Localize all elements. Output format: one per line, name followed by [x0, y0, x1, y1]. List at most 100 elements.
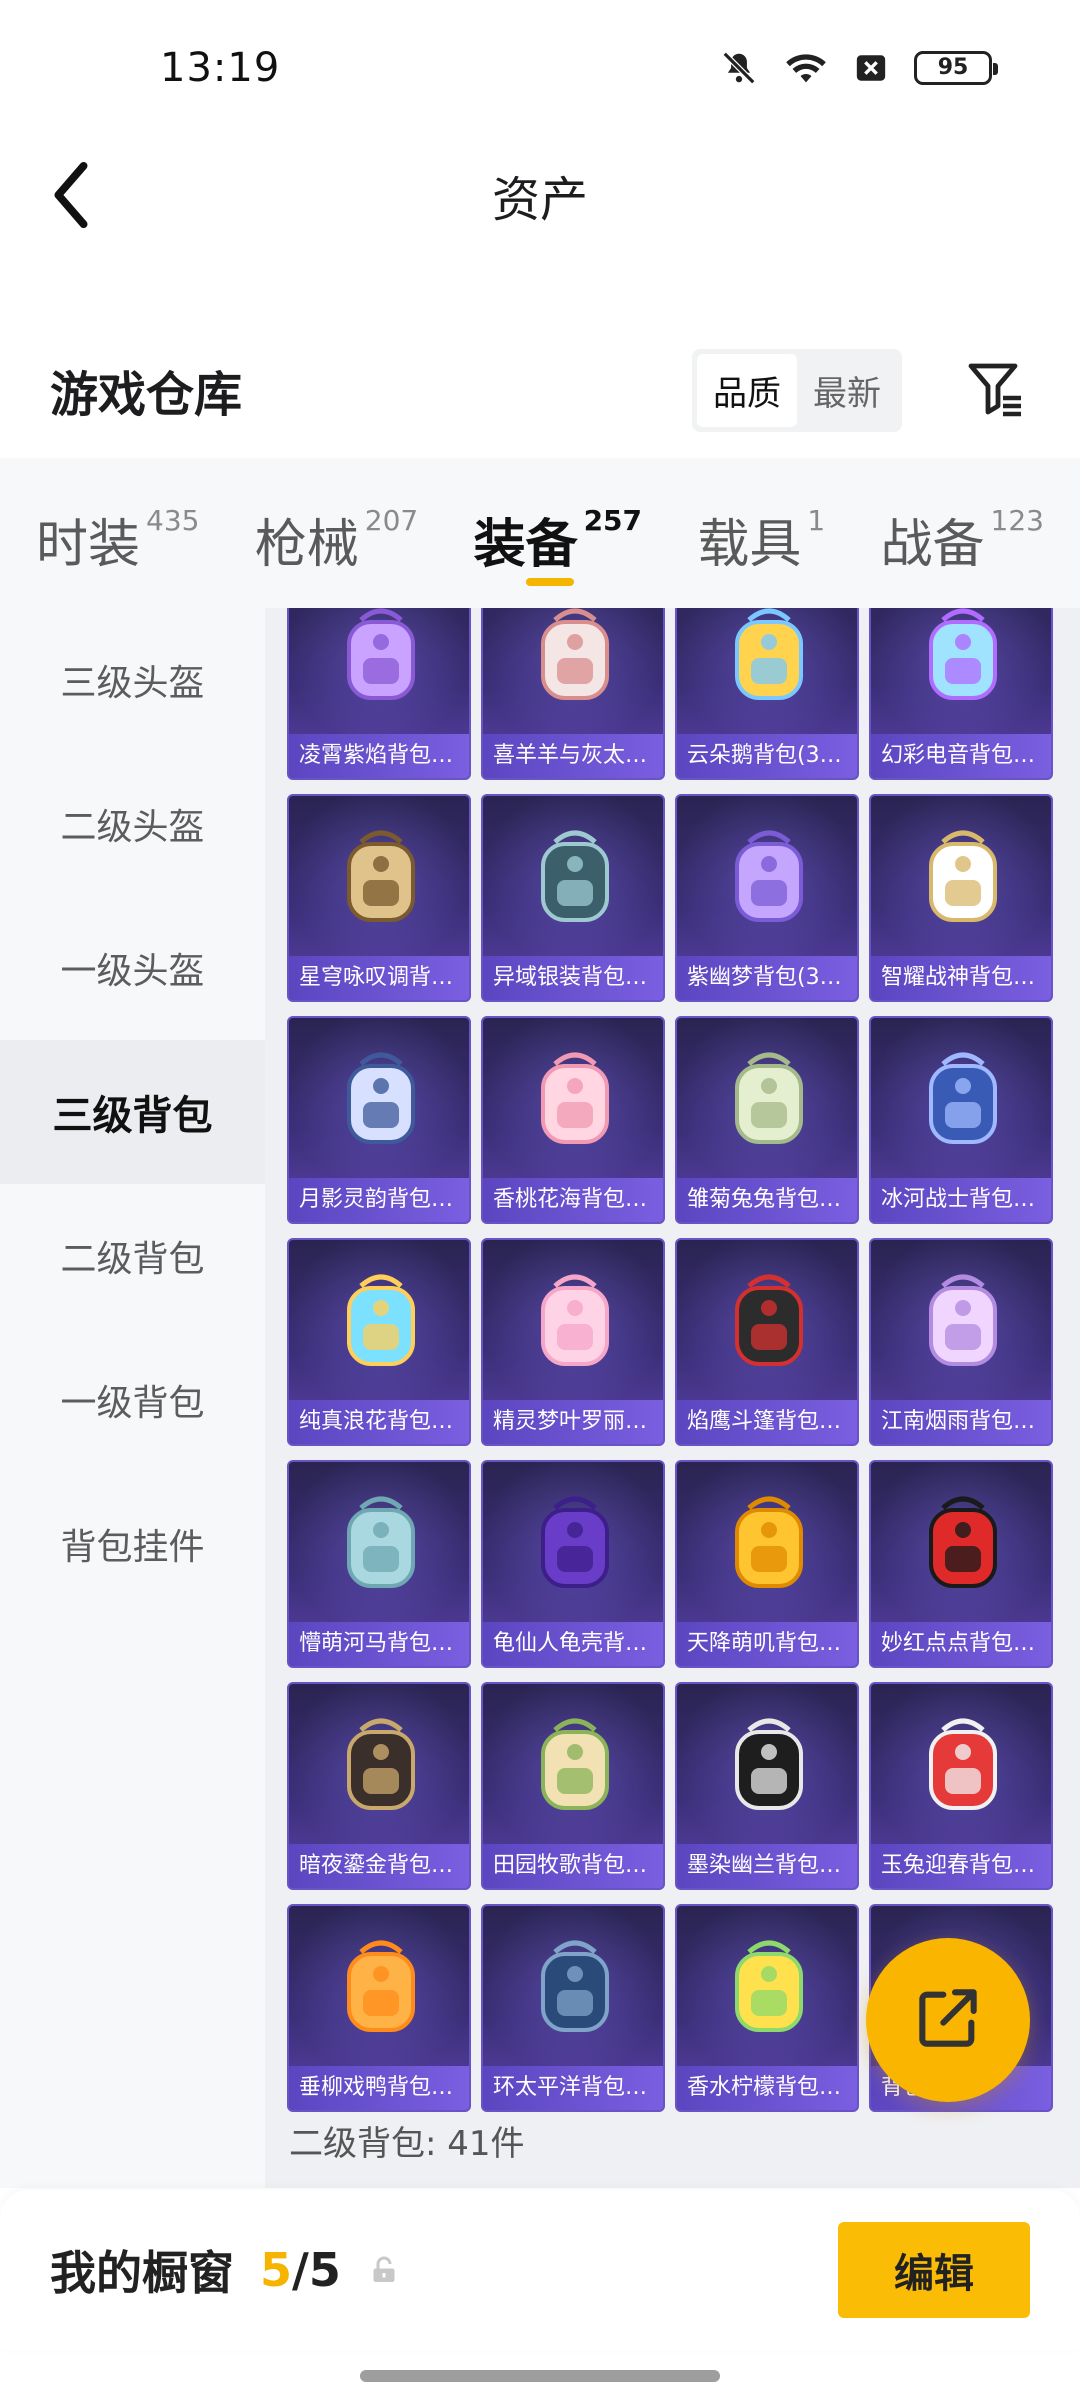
backpack-image-icon: [913, 1266, 1013, 1376]
backpack-image-icon: [525, 1266, 625, 1376]
backpack-image-icon: [719, 822, 819, 932]
backpack-image-icon: [331, 1710, 431, 1820]
backpack-image-icon: [331, 1488, 431, 1598]
backpack-image-icon: [331, 1044, 431, 1154]
sidebar-item-backpack-charm[interactable]: 背包挂件: [0, 1472, 265, 1616]
showcase-count-current: 5: [260, 2243, 293, 2297]
backpack-image-icon: [913, 1710, 1013, 1820]
item-name: 凌霄紫焰背包(3级): [289, 734, 469, 778]
tab-readiness[interactable]: 战备 123: [881, 458, 1044, 608]
battery-indicator: 95: [914, 50, 998, 85]
backpack-image-icon: [525, 1488, 625, 1598]
item-card[interactable]: 冰河战士背包(3级): [869, 1016, 1053, 1224]
sidebar-item-helmet-2[interactable]: 二级头盔: [0, 752, 265, 896]
backpack-image-icon: [719, 608, 819, 710]
item-card[interactable]: 云朵鹅背包(3级): [675, 608, 859, 780]
item-card[interactable]: 喜羊羊与灰太狼背包(3级): [481, 608, 665, 780]
home-indicator[interactable]: [360, 2370, 720, 2382]
item-name: 焰鹰斗篷背包(3级): [677, 1400, 857, 1444]
sidebar-item-backpack-2[interactable]: 二级背包: [0, 1184, 265, 1328]
backpack-image-icon: [719, 1932, 819, 2042]
item-name: 异域银装背包(3级): [483, 956, 663, 1000]
tab-fashion[interactable]: 时装 435: [36, 458, 199, 608]
item-name: 智耀战神背包(3级): [871, 956, 1051, 1000]
sort-option-latest[interactable]: 最新: [797, 354, 897, 427]
backpack-image-icon: [719, 1488, 819, 1598]
item-card[interactable]: 紫幽梦背包(3级): [675, 794, 859, 1002]
item-name: 雏菊兔兔背包(3级): [677, 1178, 857, 1222]
item-grid: 凌霄紫焰背包(3级) 喜羊羊与灰太狼背包(3级) 云朵鹅背包(3级) 幻彩电音背包(3…: [287, 608, 1055, 2112]
sim-off-icon: [854, 51, 888, 85]
item-card[interactable]: 异域银装背包(3级): [481, 794, 665, 1002]
item-name: 田园牧歌背包(3级): [483, 1844, 663, 1888]
filter-button[interactable]: [960, 355, 1030, 425]
item-name: 香水柠檬背包(3级): [677, 2066, 857, 2110]
warehouse-title: 游戏仓库: [50, 367, 243, 423]
item-card[interactable]: 香水柠檬背包(3级): [675, 1904, 859, 2112]
sidebar-item-helmet-3[interactable]: 三级头盔: [0, 608, 265, 752]
item-card[interactable]: 幻彩电音背包(3级): [869, 608, 1053, 780]
category-tabs: 时装 435 枪械 207 装备 257 载具 1 战备 123: [0, 458, 1080, 608]
item-card[interactable]: 月影灵韵背包(3级): [287, 1016, 471, 1224]
backpack-image-icon: [913, 608, 1013, 710]
item-card[interactable]: 墨染幽兰背包(3级): [675, 1682, 859, 1890]
tab-label: 枪械: [254, 515, 359, 575]
item-card[interactable]: 垂柳戏鸭背包(3级): [287, 1904, 471, 2112]
active-tab-indicator: [525, 578, 574, 586]
item-name: 龟仙人龟壳背包(3级): [483, 1622, 663, 1666]
backpack-image-icon: [525, 608, 625, 710]
item-card[interactable]: 雏菊兔兔背包(3级): [675, 1016, 859, 1224]
item-card[interactable]: 星穹咏叹调背包(3级): [287, 794, 471, 1002]
page-title: 资产: [491, 172, 588, 228]
item-name: 墨染幽兰背包(3级): [677, 1844, 857, 1888]
mute-bell-icon: [720, 49, 758, 87]
item-name: 紫幽梦背包(3级): [677, 956, 857, 1000]
tab-label: 载具: [697, 515, 802, 575]
tab-label: 装备: [473, 515, 578, 575]
sidebar-item-backpack-3[interactable]: 三级背包: [0, 1040, 265, 1184]
sidebar-item-backpack-1[interactable]: 一级背包: [0, 1328, 265, 1472]
item-card[interactable]: 焰鹰斗篷背包(3级): [675, 1238, 859, 1446]
tab-equipment[interactable]: 装备 257: [474, 458, 642, 608]
item-card[interactable]: 环太平洋背包(3级): [481, 1904, 665, 2112]
item-name: 月影灵韵背包(3级): [289, 1178, 469, 1222]
sidebar-item-helmet-1[interactable]: 一级头盔: [0, 896, 265, 1040]
item-card[interactable]: 凌霄紫焰背包(3级): [287, 608, 471, 780]
item-card[interactable]: 精灵梦叶罗丽背包(3级): [481, 1238, 665, 1446]
back-button[interactable]: [40, 157, 100, 237]
tab-firearms[interactable]: 枪械 207: [255, 458, 418, 608]
item-card[interactable]: 田园牧歌背包(3级): [481, 1682, 665, 1890]
status-icons: 95: [720, 49, 998, 87]
tab-count: 257: [583, 504, 643, 537]
backpack-image-icon: [719, 1266, 819, 1376]
item-card[interactable]: 智耀战神背包(3级): [869, 794, 1053, 1002]
backpack-image-icon: [525, 1932, 625, 2042]
item-card[interactable]: 暗夜鎏金背包(3级): [287, 1682, 471, 1890]
item-name: 暗夜鎏金背包(3级): [289, 1844, 469, 1888]
item-card[interactable]: 龟仙人龟壳背包(3级): [481, 1460, 665, 1668]
item-card[interactable]: 懵萌河马背包(3级): [287, 1460, 471, 1668]
item-card[interactable]: 江南烟雨背包(3级): [869, 1238, 1053, 1446]
wifi-icon: [784, 50, 828, 86]
backpack-image-icon: [331, 1932, 431, 2042]
item-card[interactable]: 妙红点点背包(3级): [869, 1460, 1053, 1668]
tab-vehicles[interactable]: 载具 1: [697, 458, 825, 608]
item-name: 纯真浪花背包(3级): [289, 1400, 469, 1444]
item-name: 环太平洋背包(3级): [483, 2066, 663, 2110]
sort-option-quality[interactable]: 品质: [697, 353, 797, 427]
share-button[interactable]: [866, 1938, 1030, 2102]
item-name: 冰河战士背包(3级): [871, 1178, 1051, 1222]
item-card[interactable]: 天降萌叽背包(3级): [675, 1460, 859, 1668]
item-name: 懵萌河马背包(3级): [289, 1622, 469, 1666]
backpack-image-icon: [525, 1044, 625, 1154]
item-card[interactable]: 纯真浪花背包(3级): [287, 1238, 471, 1446]
edit-button[interactable]: 编辑: [838, 2222, 1030, 2318]
showcase-count: 5/5: [260, 2243, 341, 2297]
item-name: 星穹咏叹调背包(3级): [289, 956, 469, 1000]
item-card[interactable]: 玉兔迎春背包(3级): [869, 1682, 1053, 1890]
filter-icon: [965, 358, 1025, 422]
tab-label: 时装: [36, 515, 141, 575]
backpack-image-icon: [719, 1044, 819, 1154]
item-card[interactable]: 香桃花海背包(3级): [481, 1016, 665, 1224]
share-out-icon: [913, 1983, 983, 2057]
